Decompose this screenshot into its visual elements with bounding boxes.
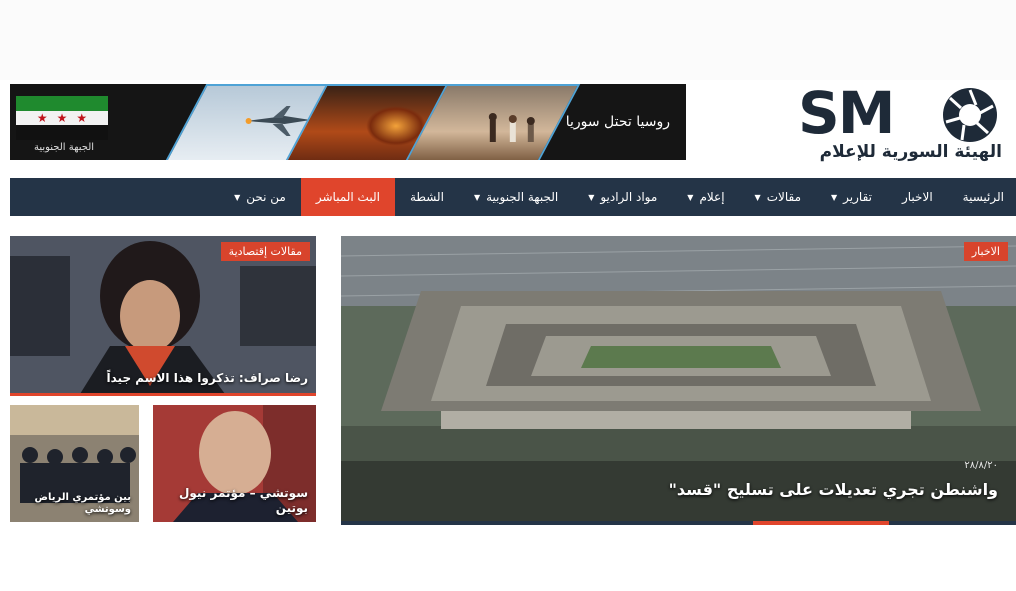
feature-story[interactable]: الاخبار ٢٨/٨/٢٠ واشنطن تجري تعديلات على … (341, 236, 1016, 522)
nav-home[interactable]: الرئيسية (948, 178, 1016, 216)
nav-activity[interactable]: الشطة (395, 178, 459, 216)
card-accent-line (10, 393, 316, 396)
slider-progress-bar (341, 521, 1016, 525)
story-caption[interactable]: سوتشي – مؤتمر نيول بوتين (168, 486, 308, 516)
nav-label: مقالات (766, 190, 801, 204)
nav-label: الرئيسية (962, 190, 1004, 204)
nav-live-broadcast[interactable]: البث المباشر (300, 178, 395, 216)
category-tag[interactable]: مقالات إقتصادية (220, 242, 310, 261)
nav-label: الاخبار (901, 190, 933, 204)
story-title[interactable]: واشنطن تجري تعديلات على تسليح "قسد" (669, 480, 998, 499)
nav-label: إعلام (699, 190, 725, 204)
page-top-strip (0, 0, 1016, 80)
story-date: ٢٨/٨/٢٠ (964, 460, 998, 471)
syrian-revolution-flag-icon: ★ ★ ★ (16, 96, 108, 140)
site-logo[interactable]: SM الهيئة السورية للإعلام (792, 82, 1008, 172)
story-caption[interactable]: بين مؤتمري الرياض وسوتشي (11, 492, 131, 516)
nav-label: من نحن (246, 190, 286, 204)
story-card[interactable]: بين مؤتمري الرياض وسوتشي (10, 405, 139, 522)
banner-title: روسيا تحتل سوريا (565, 114, 670, 130)
caret-down-icon: ▼ (687, 192, 694, 202)
camera-aperture-icon (943, 88, 997, 142)
caret-down-icon: ▼ (754, 192, 761, 202)
caret-down-icon: ▼ (831, 192, 838, 202)
nav-label: مواد الراديو (600, 190, 658, 204)
main-nav: الرئيسية الاخبار تقارير ▼ مقالات ▼ إعلام ▼ … (10, 178, 1016, 216)
header-banner[interactable]: ★ ★ ★ الجبهة الجنوبية روسيا تحتل سوريا (10, 84, 686, 160)
nav-media[interactable]: إعلام ▼ (672, 178, 739, 216)
nav-label: الجبهة الجنوبية (486, 190, 559, 204)
logo-subtitle: الهيئة السورية للإعلام (819, 142, 1002, 162)
nav-southern-front[interactable]: الجبهة الجنوبية ▼ (459, 178, 573, 216)
logo-letters: SM (798, 79, 895, 147)
flag-caption: الجبهة الجنوبية (33, 142, 95, 153)
nav-radio[interactable]: مواد الراديو ▼ (573, 178, 672, 216)
caret-down-icon: ▼ (588, 192, 595, 202)
nav-reports[interactable]: تقارير ▼ (816, 178, 887, 216)
nav-news[interactable]: الاخبار (887, 178, 948, 216)
story-card[interactable]: سوتشي – مؤتمر نيول بوتين (153, 405, 316, 522)
nav-label: البث المباشر (315, 190, 380, 204)
nav-about[interactable]: من نحن ▼ (219, 178, 301, 216)
caret-down-icon: ▼ (234, 192, 241, 202)
nav-label: الشطة (409, 190, 444, 204)
caret-down-icon: ▼ (473, 192, 481, 202)
category-tag[interactable]: الاخبار (963, 242, 1008, 261)
nav-articles[interactable]: مقالات ▼ (740, 178, 816, 216)
nav-label: تقارير (843, 190, 872, 204)
story-caption[interactable]: رضا صراف: تذكروا هذا الاسم جيداً (107, 371, 308, 386)
story-card[interactable]: مقالات إقتصادية رضا صراف: تذكروا هذا الا… (10, 236, 316, 394)
